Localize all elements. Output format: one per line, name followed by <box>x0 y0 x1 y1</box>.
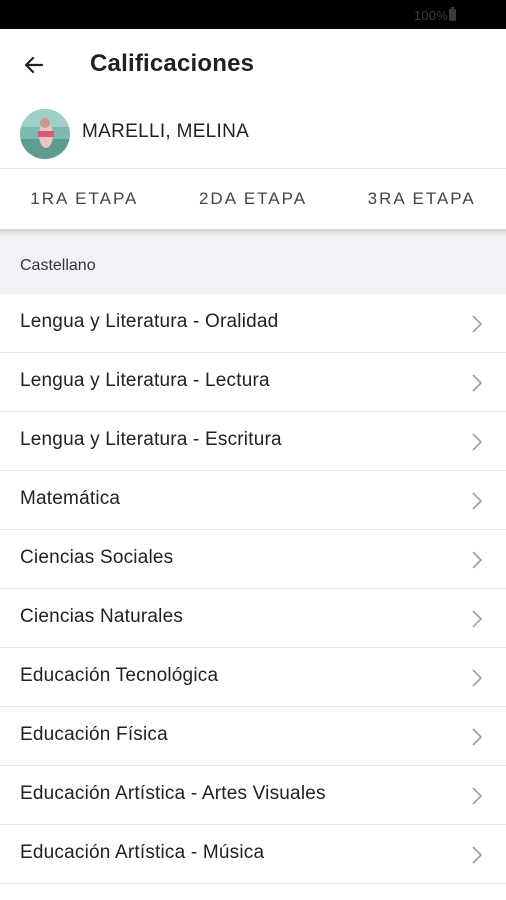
subject-label: Ciencias Naturales <box>20 606 184 627</box>
avatar <box>20 109 70 159</box>
list-item[interactable]: Lengua y Literatura - Oralidad <box>0 294 506 353</box>
subject-list: Lengua y Literatura - Oralidad Lengua y … <box>0 294 506 884</box>
battery-percentage: 100% <box>413 8 448 23</box>
subject-label: Educación Tecnológica <box>20 665 219 686</box>
chevron-right-icon <box>472 374 483 392</box>
list-item[interactable]: Educación Artística - Música <box>0 825 506 884</box>
subject-label: Educación Artística - Artes Visuales <box>20 783 326 804</box>
chevron-right-icon <box>472 846 483 864</box>
battery-icon <box>449 7 456 21</box>
section-label: Castellano <box>20 257 96 274</box>
subject-label: Ciencias Sociales <box>20 547 174 568</box>
list-item[interactable]: Ciencias Sociales <box>0 530 506 589</box>
tab-2da-etapa[interactable]: 2DA ETAPA <box>169 169 338 229</box>
chevron-right-icon <box>472 610 483 628</box>
subject-label: Educación Artística - Música <box>20 842 265 863</box>
list-item[interactable]: Ciencias Naturales <box>0 589 506 648</box>
subject-label: Matemática <box>20 488 121 509</box>
student-name: MARELLI, MELINA <box>82 121 250 142</box>
tabs-divider <box>0 229 506 237</box>
chevron-right-icon <box>472 728 483 746</box>
chevron-right-icon <box>472 315 483 333</box>
list-item[interactable]: Lengua y Literatura - Escritura <box>0 412 506 471</box>
subject-label: Lengua y Literatura - Escritura <box>20 429 282 450</box>
arrow-left-icon <box>24 56 44 74</box>
back-button[interactable] <box>14 45 54 85</box>
list-item[interactable]: Educación Física <box>0 707 506 766</box>
list-item[interactable]: Matemática <box>0 471 506 530</box>
app-bar: Calificaciones <box>0 29 506 99</box>
subject-label: Lengua y Literatura - Lectura <box>20 370 270 391</box>
list-item[interactable]: Educación Artística - Artes Visuales <box>0 766 506 825</box>
chevron-right-icon <box>472 787 483 805</box>
list-item[interactable]: Lengua y Literatura - Lectura <box>0 353 506 412</box>
chevron-right-icon <box>472 551 483 569</box>
page-title: Calificaciones <box>90 50 255 77</box>
status-bar: 100% <box>0 0 506 29</box>
tab-3ra-etapa[interactable]: 3RA ETAPA <box>337 169 506 229</box>
chevron-right-icon <box>472 433 483 451</box>
subject-label: Educación Física <box>20 724 168 745</box>
tab-1ra-etapa[interactable]: 1RA ETAPA <box>0 169 169 229</box>
section-header: Castellano <box>0 237 506 294</box>
subject-label: Lengua y Literatura - Oralidad <box>20 311 279 332</box>
chevron-right-icon <box>472 669 483 687</box>
list-item[interactable]: Educación Tecnológica <box>0 648 506 707</box>
stage-tabs: 1RA ETAPA 2DA ETAPA 3RA ETAPA <box>0 169 506 229</box>
chevron-right-icon <box>472 492 483 510</box>
student-header: MARELLI, MELINA <box>0 99 506 168</box>
